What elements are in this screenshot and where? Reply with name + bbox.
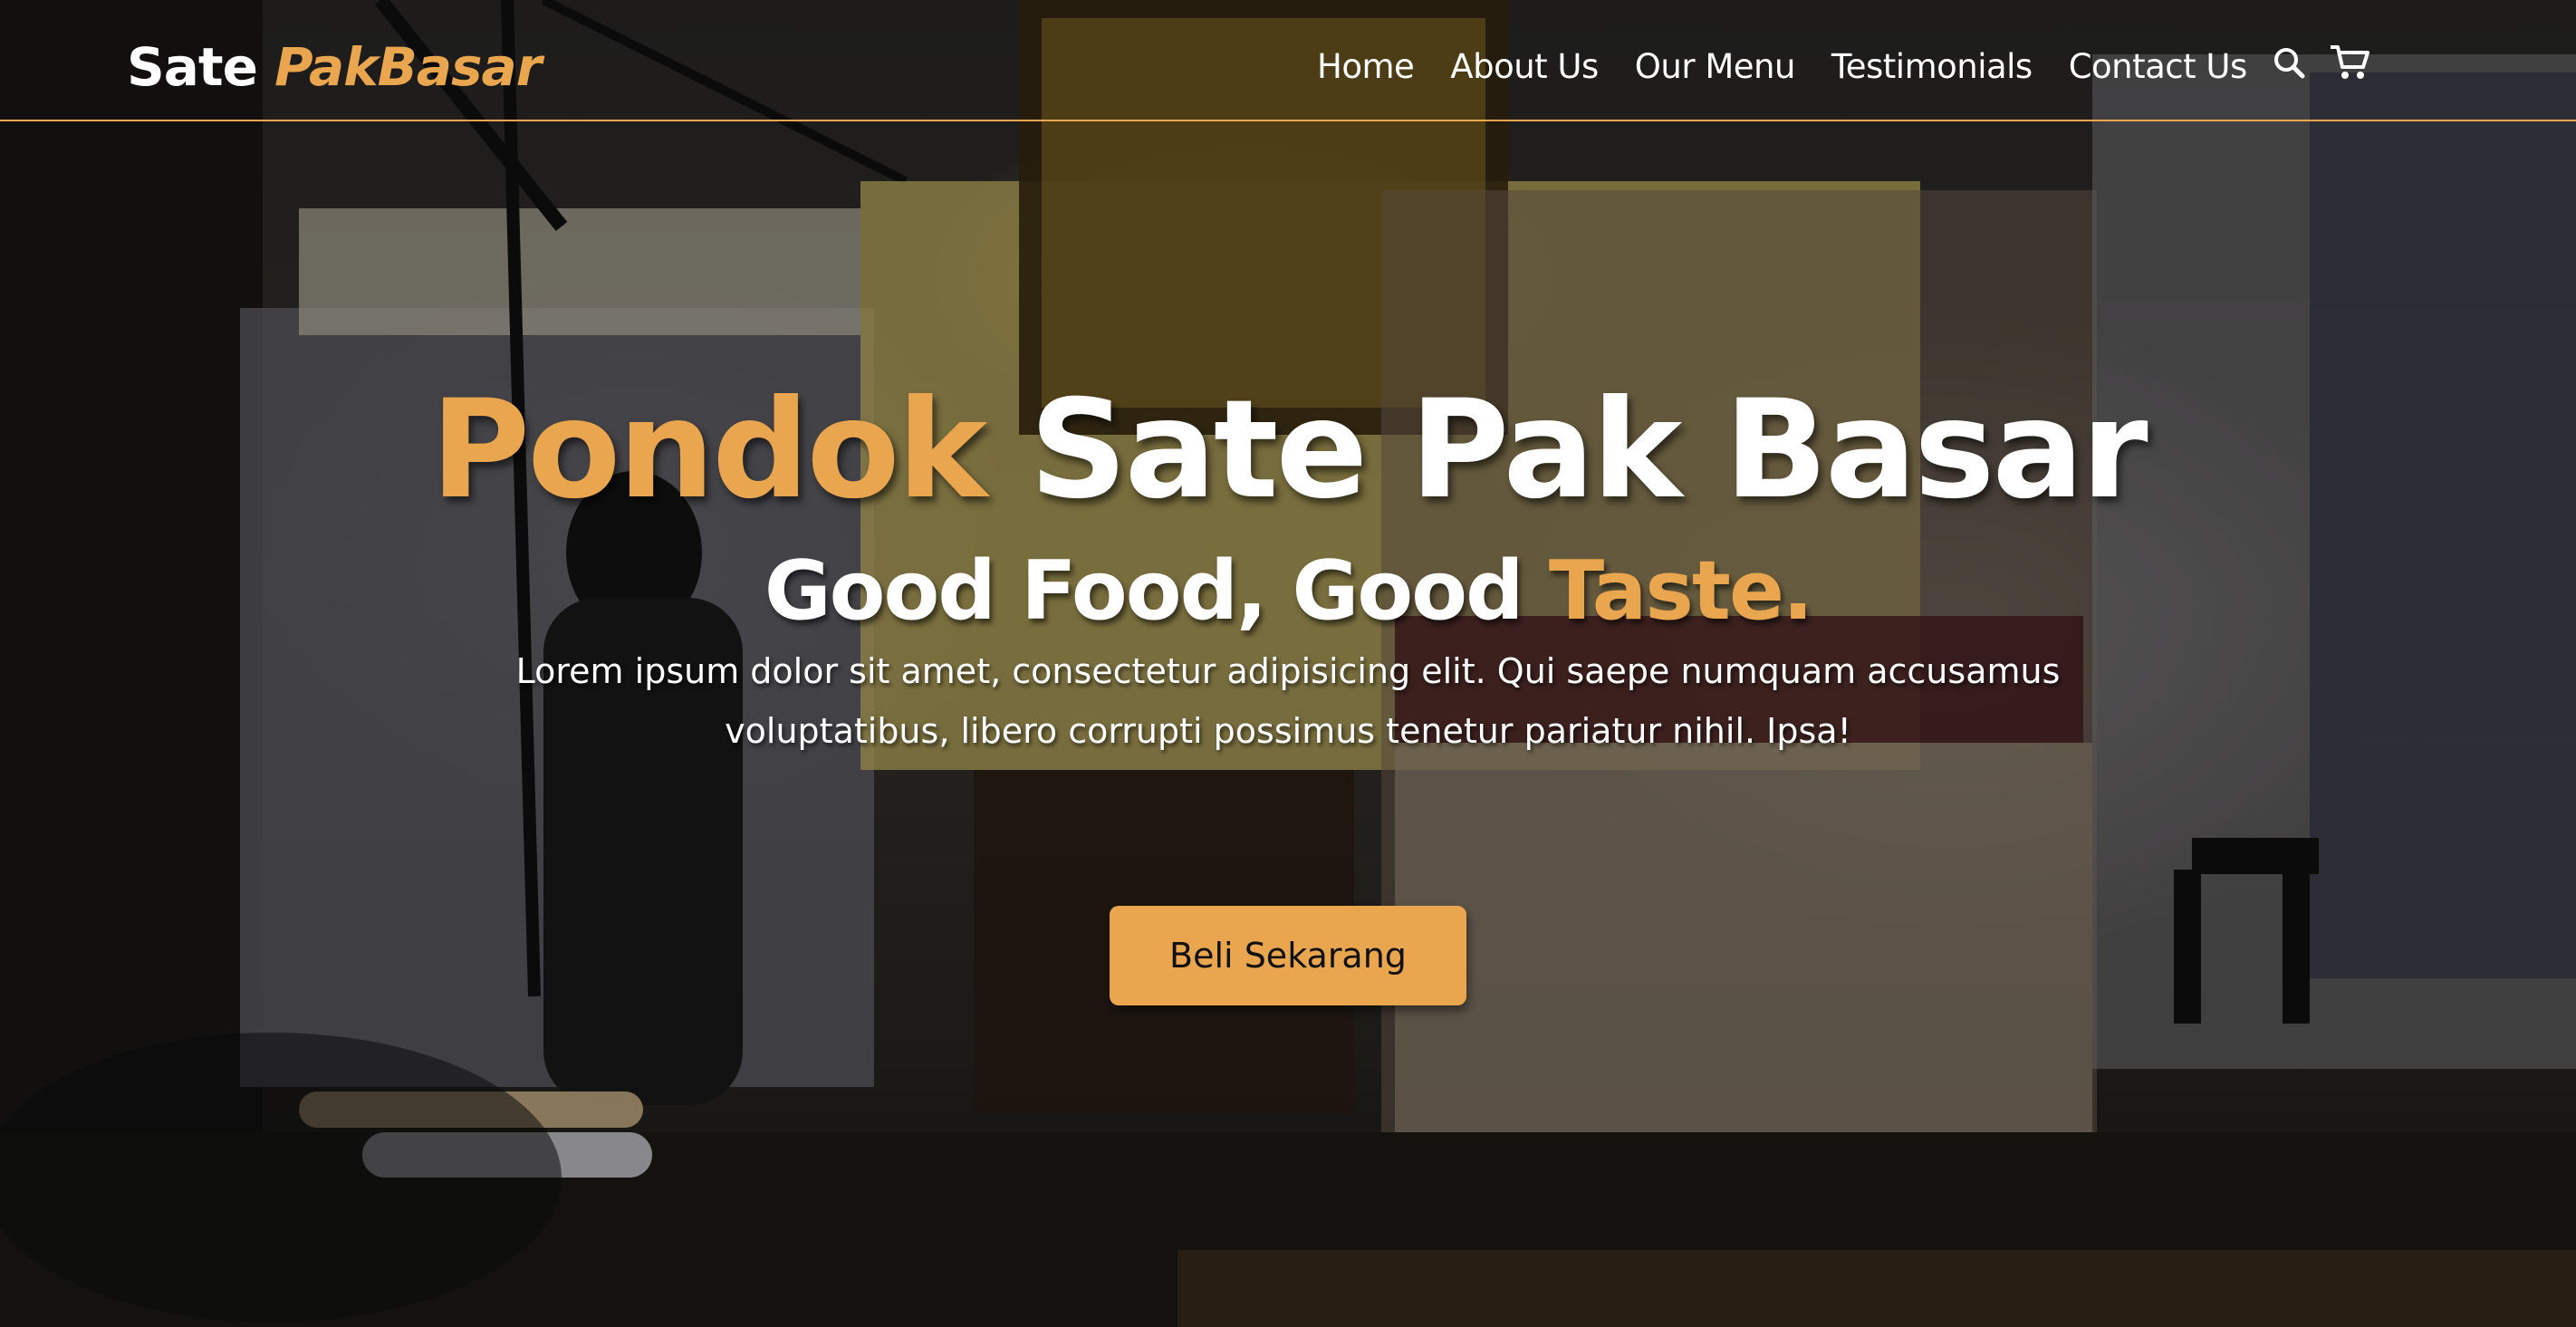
hero-content: Pondok Sate Pak Basar Good Food, Good Ta…	[0, 0, 2576, 1327]
hero-title-accent: Pondok	[430, 371, 987, 529]
hero-title: Pondok Sate Pak Basar	[0, 371, 2576, 529]
hero-tagline: Good Food, Good Taste.	[0, 543, 2576, 639]
hero-title-rest: Sate Pak Basar	[985, 371, 2148, 529]
hero-description: Lorem ipsum dolor sit amet, consectetur …	[515, 651, 2061, 751]
buy-now-button[interactable]: Beli Sekarang	[1110, 906, 1466, 1005]
hero-tagline-primary: Good Food, Good	[764, 543, 1549, 639]
hero-section: Sate PakBasar Home About Us Our Menu Tes…	[0, 0, 2576, 1327]
hero-tagline-accent: Taste.	[1548, 543, 1813, 639]
